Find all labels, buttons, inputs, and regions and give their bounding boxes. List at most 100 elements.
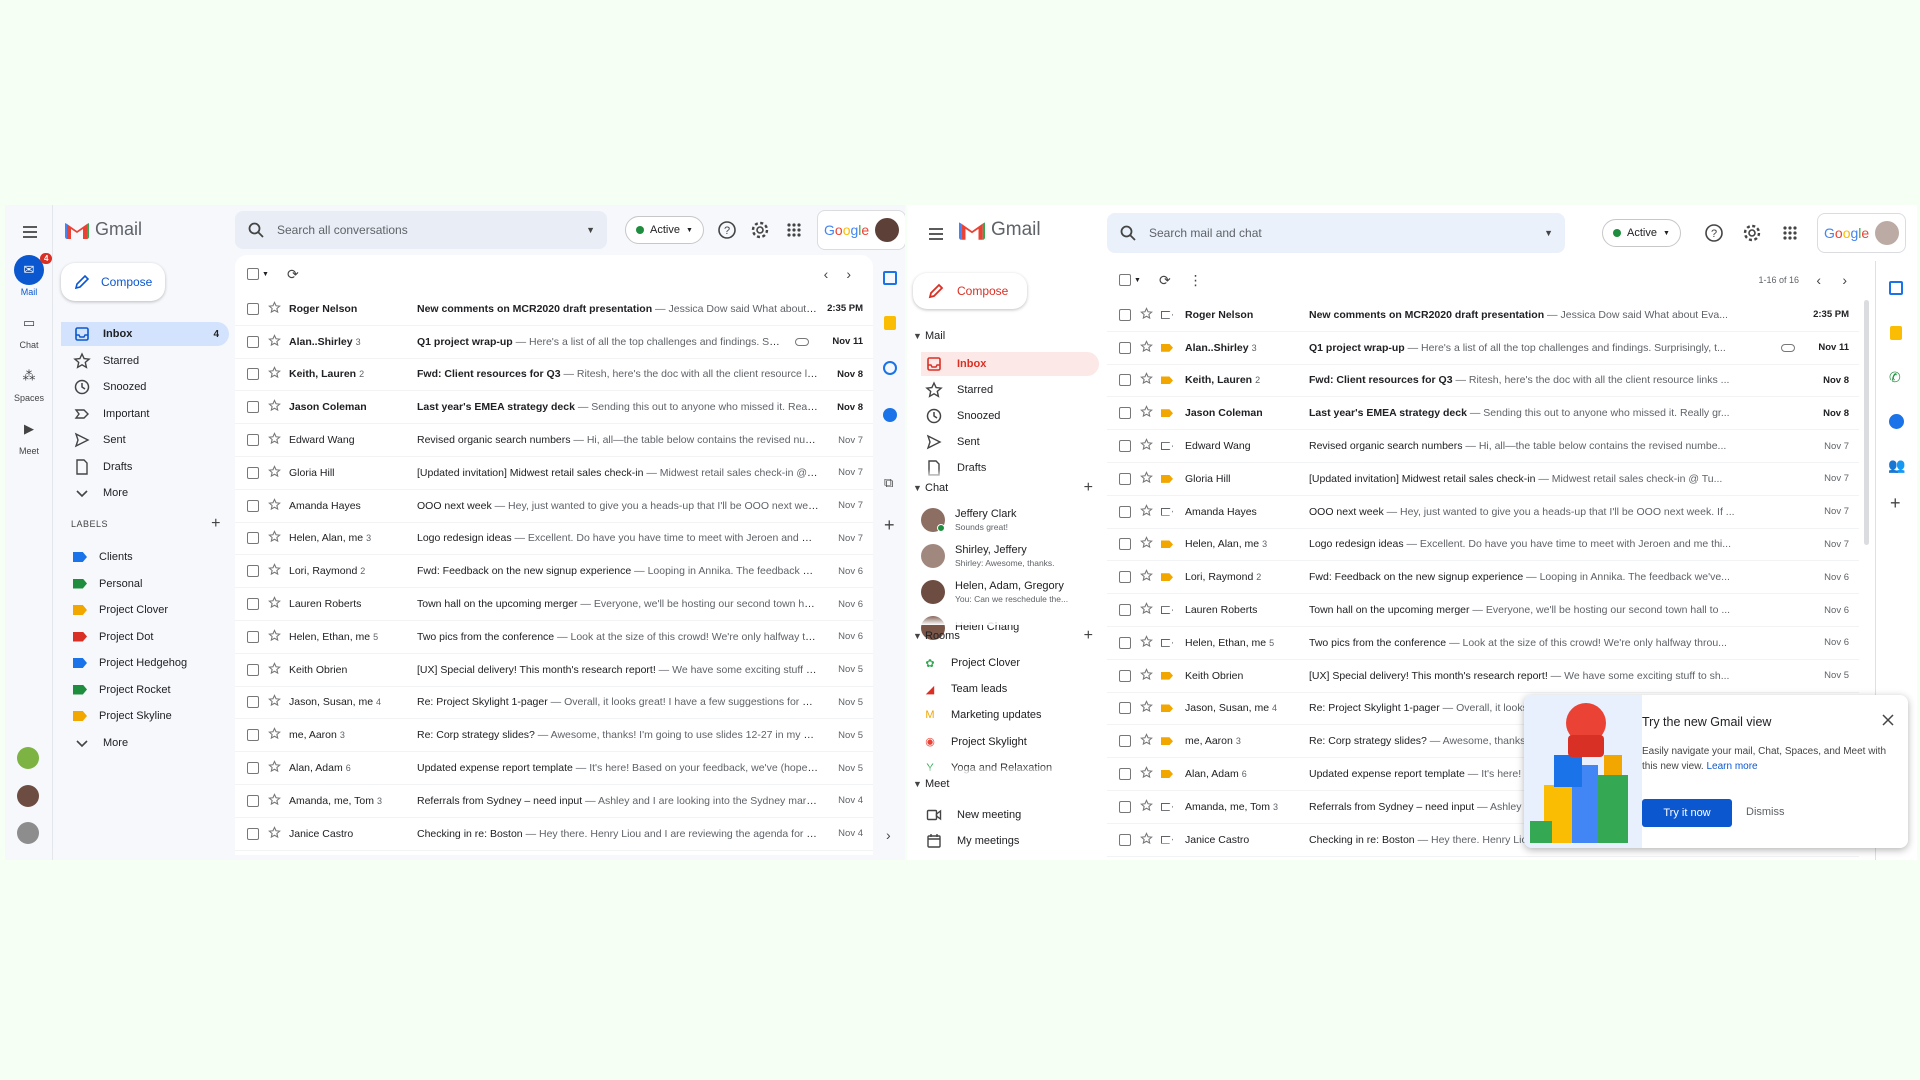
prev-page-icon[interactable]: ‹ <box>824 266 829 282</box>
expand-panel-icon[interactable]: › <box>886 827 891 843</box>
email-row[interactable]: Lauren Roberts Town hall on the upcoming … <box>1107 594 1859 627</box>
main-menu-icon[interactable] <box>927 225 945 243</box>
label-item[interactable]: Project Hedgehog <box>61 651 229 675</box>
row-checkbox[interactable] <box>1119 341 1131 354</box>
label-item[interactable]: Personal <box>61 572 229 596</box>
compose-button[interactable]: Compose <box>61 263 165 301</box>
email-row[interactable]: Alan, Adam 6 Updated expense report templa… <box>235 752 873 785</box>
star-icon[interactable] <box>1140 602 1153 618</box>
email-row[interactable]: Keith, Lauren 2 Fwd: Client resources for … <box>1107 365 1859 398</box>
star-icon[interactable] <box>268 497 281 514</box>
tasks-icon[interactable] <box>1889 414 1904 429</box>
row-checkbox[interactable] <box>247 466 259 479</box>
mail-section-header[interactable]: ▼ Mail <box>913 330 1093 342</box>
nav-item-sent[interactable]: Sent <box>921 430 1099 454</box>
rail-item-meet[interactable]: ▶ Meet <box>5 414 53 456</box>
select-menu-icon[interactable]: ▼ <box>262 271 269 278</box>
row-checkbox[interactable] <box>1119 571 1131 584</box>
more-options-icon[interactable]: ⋮ <box>1189 272 1203 289</box>
status-selector[interactable]: Active ▼ <box>1602 219 1681 247</box>
row-checkbox[interactable] <box>247 335 259 348</box>
row-checkbox[interactable] <box>247 565 259 578</box>
row-checkbox[interactable] <box>1119 440 1131 453</box>
row-checkbox[interactable] <box>247 434 259 447</box>
star-icon[interactable] <box>268 366 281 382</box>
user-avatar[interactable] <box>17 785 39 807</box>
email-row[interactable]: Edward Wang Revised organic search number… <box>235 424 873 457</box>
important-marker-icon[interactable] <box>1161 540 1173 549</box>
row-checkbox[interactable] <box>1119 669 1131 682</box>
important-marker-icon[interactable] <box>1161 704 1173 713</box>
email-row[interactable]: Jason, Susan, me 4 Re: Project Skylight 1-… <box>235 687 873 720</box>
chat-item[interactable]: Shirley, Jeffery Shirley: Awesome, thanks… <box>921 539 1101 573</box>
try-it-now-button[interactable]: Try it now <box>1642 799 1732 827</box>
close-icon[interactable] <box>1882 713 1894 731</box>
email-row[interactable]: Lori, Raymond 2 Fwd: Feedback on the new s… <box>235 555 873 589</box>
add-apps-icon[interactable]: + <box>1890 493 1901 514</box>
important-marker-icon[interactable] <box>1161 802 1173 811</box>
learn-more-link[interactable]: Learn more <box>1706 761 1757 772</box>
star-icon[interactable] <box>1140 733 1153 749</box>
contacts-icon[interactable]: 👥 <box>1888 457 1905 474</box>
prev-page-icon[interactable]: ‹ <box>1816 272 1821 288</box>
email-row[interactable]: me, Aaron 3 Re: Corp strategy slides? — Aw… <box>235 719 873 753</box>
contacts-icon[interactable] <box>883 408 897 422</box>
star-icon[interactable] <box>1140 536 1153 552</box>
row-checkbox[interactable] <box>1119 735 1131 748</box>
meet-section-header[interactable]: ▼ Meet <box>913 778 1093 790</box>
email-row[interactable]: Alan..Shirley 3 Q1 project wrap-up — Here'… <box>235 326 873 359</box>
email-row[interactable]: Helen, Ethan, me 5 Two pics from the confe… <box>235 621 873 654</box>
label-item[interactable]: Project Dot <box>61 625 229 649</box>
room-item[interactable]: ✿ Project Clover <box>921 652 1101 674</box>
meet-item[interactable]: My meetings <box>921 829 1099 853</box>
email-row[interactable]: Alan..Shirley 3 Q1 project wrap-up — Here'… <box>1107 332 1859 365</box>
attachment-icon[interactable] <box>795 337 809 346</box>
star-icon[interactable] <box>1140 471 1153 487</box>
star-icon[interactable] <box>1140 339 1153 356</box>
important-marker-icon[interactable] <box>1161 638 1173 647</box>
meet-item[interactable]: New meeting <box>921 803 1099 827</box>
star-icon[interactable] <box>1140 831 1153 848</box>
row-checkbox[interactable] <box>247 663 259 676</box>
settings-gear-icon[interactable] <box>1742 223 1762 243</box>
star-icon[interactable] <box>268 760 281 776</box>
star-icon[interactable] <box>268 825 281 842</box>
nav-item-important[interactable]: Important <box>61 402 229 426</box>
email-row[interactable]: Lori, Raymond 2 Fwd: Feedback on the new s… <box>1107 561 1859 595</box>
star-icon[interactable] <box>1140 503 1153 520</box>
room-item[interactable]: M Marketing updates <box>921 704 1101 726</box>
nav-item-drafts[interactable]: Drafts <box>61 455 229 479</box>
nav-item-starred[interactable]: Starred <box>61 349 229 373</box>
new-chat-icon[interactable]: + <box>1084 479 1093 497</box>
row-checkbox[interactable] <box>247 532 259 545</box>
search-bar[interactable]: Search all conversations ▼ <box>235 211 607 249</box>
select-menu-icon[interactable]: ▼ <box>1134 277 1141 284</box>
row-checkbox[interactable] <box>247 729 259 742</box>
email-row[interactable]: Lauren Roberts Town hall on the upcoming … <box>235 588 873 621</box>
tasks-icon[interactable] <box>883 361 897 375</box>
account-avatar[interactable] <box>1875 221 1900 245</box>
important-marker-icon[interactable] <box>1161 737 1173 746</box>
email-row[interactable]: Gloria Hill [Updated invitation] Midwest … <box>1107 463 1859 496</box>
email-row[interactable]: Keith Obrien [UX] Special delivery! This … <box>235 654 873 687</box>
email-row[interactable]: Jason Coleman Last year's EMEA strategy d… <box>235 391 873 425</box>
calendar-icon[interactable] <box>1889 281 1903 295</box>
phone-icon[interactable]: ✆ <box>1889 369 1901 386</box>
addons-icon[interactable]: ⧉ <box>884 475 893 491</box>
email-row[interactable]: Keith Obrien [UX] Special delivery! This … <box>1107 660 1859 693</box>
row-checkbox[interactable] <box>247 630 259 643</box>
apps-grid-icon[interactable] <box>1780 223 1800 243</box>
search-options-icon[interactable]: ▼ <box>586 225 595 235</box>
settings-gear-icon[interactable] <box>750 220 770 240</box>
help-icon[interactable]: ? <box>717 220 737 240</box>
row-checkbox[interactable] <box>247 827 259 840</box>
label-item[interactable]: Project Clover <box>61 598 229 622</box>
refresh-icon[interactable]: ⟳ <box>1159 272 1171 289</box>
important-marker-icon[interactable] <box>1161 310 1173 319</box>
search-input[interactable]: Search all conversations <box>277 223 586 237</box>
search-options-icon[interactable]: ▼ <box>1544 228 1553 238</box>
nav-item-snoozed[interactable]: Snoozed <box>61 375 229 399</box>
row-checkbox[interactable] <box>247 499 259 512</box>
star-icon[interactable] <box>268 432 281 448</box>
email-row[interactable]: Edward Wang Revised organic search number… <box>1107 430 1859 463</box>
